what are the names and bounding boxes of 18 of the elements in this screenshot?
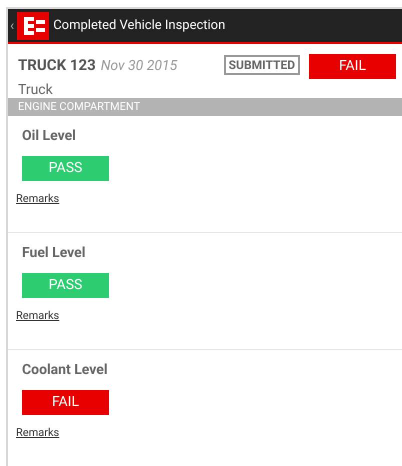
- result-badge: FAIL: [309, 54, 396, 80]
- result-badge: PASS: [22, 156, 109, 180]
- section-header: ENGINE COMPARTMENT: [8, 98, 402, 116]
- item-title: Coolant Level: [22, 361, 109, 380]
- remarks-link[interactable]: Remarks: [16, 425, 60, 442]
- remarks-link[interactable]: Remarks: [16, 308, 60, 325]
- inspection-date: Nov 30 2015: [100, 57, 178, 76]
- app-title: Completed Vehicle Inspection: [53, 16, 226, 35]
- status-stamp: SUBMITTED: [224, 55, 300, 76]
- logo-icon: [17, 12, 50, 40]
- item-title: Oil Level: [22, 126, 77, 146]
- remarks-link[interactable]: Remarks: [16, 190, 60, 207]
- back-button[interactable]: ‹: [10, 18, 14, 32]
- item-title: Fuel Level: [22, 244, 86, 264]
- vehicle-name: TRUCK 123: [18, 55, 96, 76]
- result-badge: PASS: [22, 273, 109, 298]
- result-badge: FAIL: [22, 390, 109, 416]
- vehicle-type: Truck: [18, 81, 54, 100]
